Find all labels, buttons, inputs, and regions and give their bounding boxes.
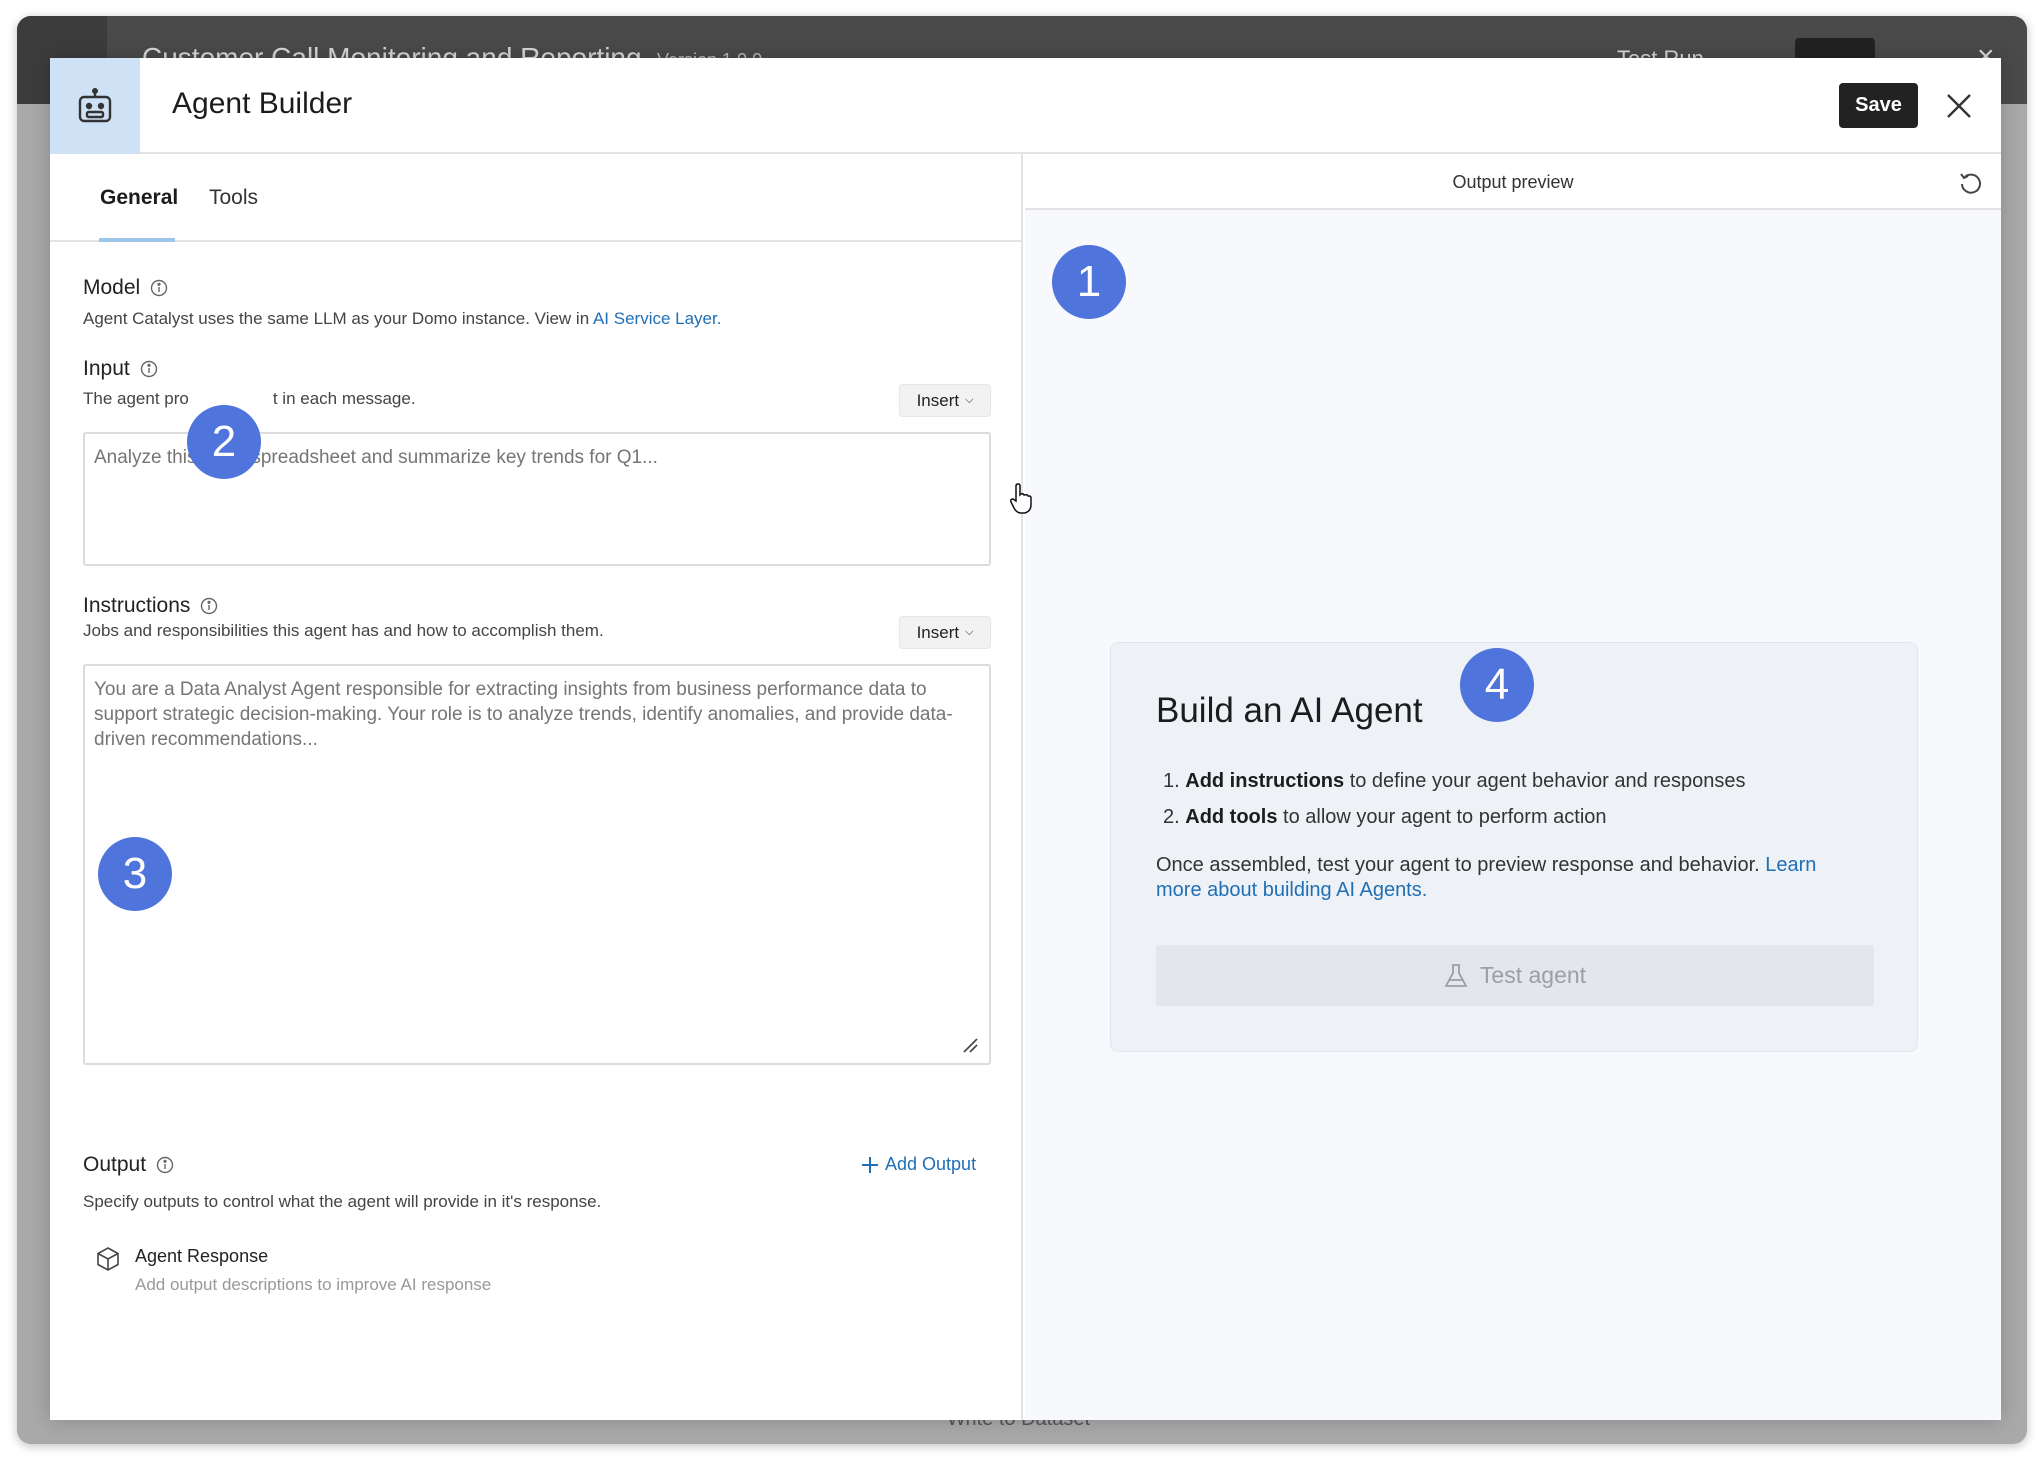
info-icon[interactable]: [150, 279, 168, 297]
model-label: Model: [83, 276, 141, 299]
robot-icon: [78, 88, 112, 123]
info-icon[interactable]: [200, 597, 218, 615]
test-agent-button[interactable]: Test agent: [1156, 945, 1874, 1006]
callout-badge-2: 2: [187, 405, 261, 479]
input-description: The agent pro t in each message.: [83, 389, 416, 408]
close-icon: [1947, 94, 1971, 118]
output-item-name: Agent Response: [135, 1246, 269, 1266]
save-button[interactable]: Save: [1839, 83, 1918, 128]
config-panel: General Tools Model Agent Catalyst uses …: [50, 154, 1023, 1420]
resize-handle-icon[interactable]: [962, 1037, 978, 1053]
tab-bar: General Tools: [50, 154, 1021, 242]
output-label: Output: [83, 1153, 147, 1176]
output-description: Specify outputs to control what the agen…: [83, 1192, 602, 1211]
card-title: Build an AI Agent: [1156, 691, 1423, 730]
agent-icon-tile: [50, 58, 140, 154]
instructions-textarea[interactable]: [83, 664, 991, 1065]
agent-builder-modal: Agent Builder Save General Tools Model A…: [50, 58, 2001, 1420]
cube-icon: [97, 1247, 119, 1271]
tab-tools[interactable]: Tools: [209, 186, 258, 210]
hand-cursor-icon: [1010, 483, 1032, 514]
callout-badge-3: 3: [98, 837, 172, 911]
card-note: Once assembled, test your agent to previ…: [1156, 854, 1817, 901]
output-label-row: Output: [83, 1153, 174, 1177]
callout-badge-4: 4: [1460, 648, 1534, 722]
preview-bar: Output preview: [1025, 154, 2001, 210]
build-agent-card: Build an AI Agent 1. Add instructions to…: [1110, 642, 1918, 1052]
close-button[interactable]: [1939, 86, 1979, 126]
steps-list: 1. Add instructions to define your agent…: [1163, 763, 1746, 835]
output-item-hint: Add output descriptions to improve AI re…: [135, 1275, 492, 1294]
model-label-row: Model: [83, 276, 168, 300]
modal-header: Agent Builder Save: [50, 58, 2001, 154]
model-description: Agent Catalyst uses the same LLM as your…: [83, 309, 722, 328]
preview-title: Output preview: [1452, 172, 1574, 192]
instructions-label: Instructions: [83, 594, 191, 617]
chevron-down-icon: ⌵: [965, 626, 974, 638]
input-label: Input: [83, 357, 130, 380]
step-2: 2. Add tools to allow your agent to perf…: [1163, 806, 1607, 828]
output-preview-panel: Output preview 1 Build an AI Agent 1. Ad…: [1025, 154, 2001, 1420]
plus-icon: [862, 1156, 878, 1173]
modal-title: Agent Builder: [172, 87, 353, 120]
input-insert-button[interactable]: Insert ⌵: [899, 384, 991, 417]
chevron-down-icon: ⌵: [965, 394, 974, 406]
instructions-description: Jobs and responsibilities this agent has…: [83, 621, 604, 640]
tab-general[interactable]: General: [100, 186, 178, 210]
callout-badge-1: 1: [1052, 245, 1126, 319]
step-1: 1. Add instructions to define your agent…: [1163, 770, 1746, 792]
info-icon[interactable]: [156, 1156, 174, 1174]
add-output-button[interactable]: Add Output: [861, 1154, 976, 1175]
active-tab-indicator: [99, 238, 175, 242]
refresh-icon[interactable]: [1958, 170, 1984, 196]
output-item[interactable]: Agent Response Add output descriptions t…: [95, 1246, 491, 1295]
input-label-row: Input: [83, 357, 158, 381]
flask-icon: [1444, 963, 1468, 987]
instructions-insert-button[interactable]: Insert ⌵: [899, 616, 991, 649]
ai-service-layer-link[interactable]: AI Service Layer.: [593, 309, 722, 328]
info-icon[interactable]: [140, 360, 158, 378]
instructions-label-row: Instructions: [83, 594, 218, 618]
